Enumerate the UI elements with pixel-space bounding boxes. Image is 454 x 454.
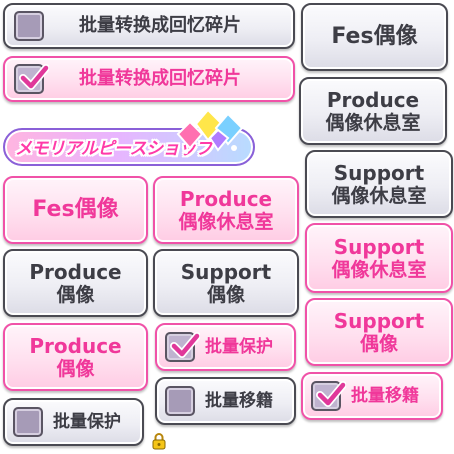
checkbox-icon[interactable] <box>311 381 346 411</box>
checkbox-icon[interactable] <box>13 407 43 437</box>
batch-protect-label: 批量保护 <box>53 412 121 432</box>
produce-label: Produce <box>179 186 273 211</box>
checkbox-icon[interactable] <box>165 332 200 362</box>
produce-label: Produce <box>29 333 122 358</box>
lounge-label: 偶像休息室 <box>325 111 421 134</box>
checkbox-icon[interactable] <box>165 386 195 416</box>
batch-convert-label: 批量转换成回忆碎片 <box>79 15 241 36</box>
support-label: Support <box>333 308 425 333</box>
batch-move-label: 批量移籍 <box>351 386 419 406</box>
idol-label: 偶像 <box>56 357 95 380</box>
batch-move-button-on[interactable]: 批量移籍 <box>301 372 443 420</box>
checkmark-icon <box>170 332 200 358</box>
lock-icon <box>152 433 166 450</box>
batch-protect-button-on[interactable]: 批量保护 <box>155 323 296 371</box>
lounge-label: 偶像休息室 <box>331 184 427 207</box>
produce-label: Produce <box>29 259 122 284</box>
memorial-piece-shop-banner[interactable]: メモリアルピースショップ <box>3 108 255 170</box>
batch-convert-label: 批量转换成回忆碎片 <box>79 68 241 89</box>
fes-idol-label: Fes偶像 <box>331 23 418 49</box>
fes-idol-button-pink[interactable]: Fes偶像 <box>3 176 148 244</box>
support-label: Support <box>333 160 425 185</box>
fes-idol-button-gray[interactable]: Fes偶像 <box>301 3 448 71</box>
support-idol-button-pink[interactable]: Support 偶像 <box>305 298 453 366</box>
produce-lounge-button-pink[interactable]: Produce 偶像休息室 <box>153 176 299 244</box>
batch-move-button-off[interactable]: 批量移籍 <box>155 377 296 425</box>
lounge-label: 偶像休息室 <box>331 258 427 281</box>
produce-idol-button-pink[interactable]: Produce 偶像 <box>3 323 148 391</box>
gem-icon <box>176 108 244 154</box>
batch-convert-button-off[interactable]: 批量转换成回忆碎片 <box>3 3 295 49</box>
support-idol-button-gray[interactable]: Support 偶像 <box>153 249 299 317</box>
produce-idol-button-gray[interactable]: Produce 偶像 <box>3 249 148 317</box>
batch-protect-label: 批量保护 <box>205 337 273 357</box>
checkmark-icon <box>19 64 49 90</box>
fes-idol-label: Fes偶像 <box>32 196 119 222</box>
support-label: Support <box>180 259 272 284</box>
idol-label: 偶像 <box>56 283 95 306</box>
support-label: Support <box>333 234 425 259</box>
checkbox-icon[interactable] <box>14 11 44 41</box>
batch-move-label: 批量移籍 <box>205 391 273 411</box>
produce-lounge-button-gray[interactable]: Produce 偶像休息室 <box>299 77 447 145</box>
checkbox-icon[interactable] <box>14 64 49 94</box>
produce-label: Produce <box>326 87 420 112</box>
support-lounge-button-pink[interactable]: Support 偶像休息室 <box>305 223 453 293</box>
checkmark-icon <box>316 381 346 407</box>
idol-label: 偶像 <box>206 283 245 306</box>
lounge-label: 偶像休息室 <box>178 210 274 233</box>
batch-protect-button-off[interactable]: 批量保护 <box>3 398 144 446</box>
idol-label: 偶像 <box>359 332 398 355</box>
support-lounge-button-gray[interactable]: Support 偶像休息室 <box>305 150 453 218</box>
batch-convert-button-on[interactable]: 批量转换成回忆碎片 <box>3 56 295 102</box>
